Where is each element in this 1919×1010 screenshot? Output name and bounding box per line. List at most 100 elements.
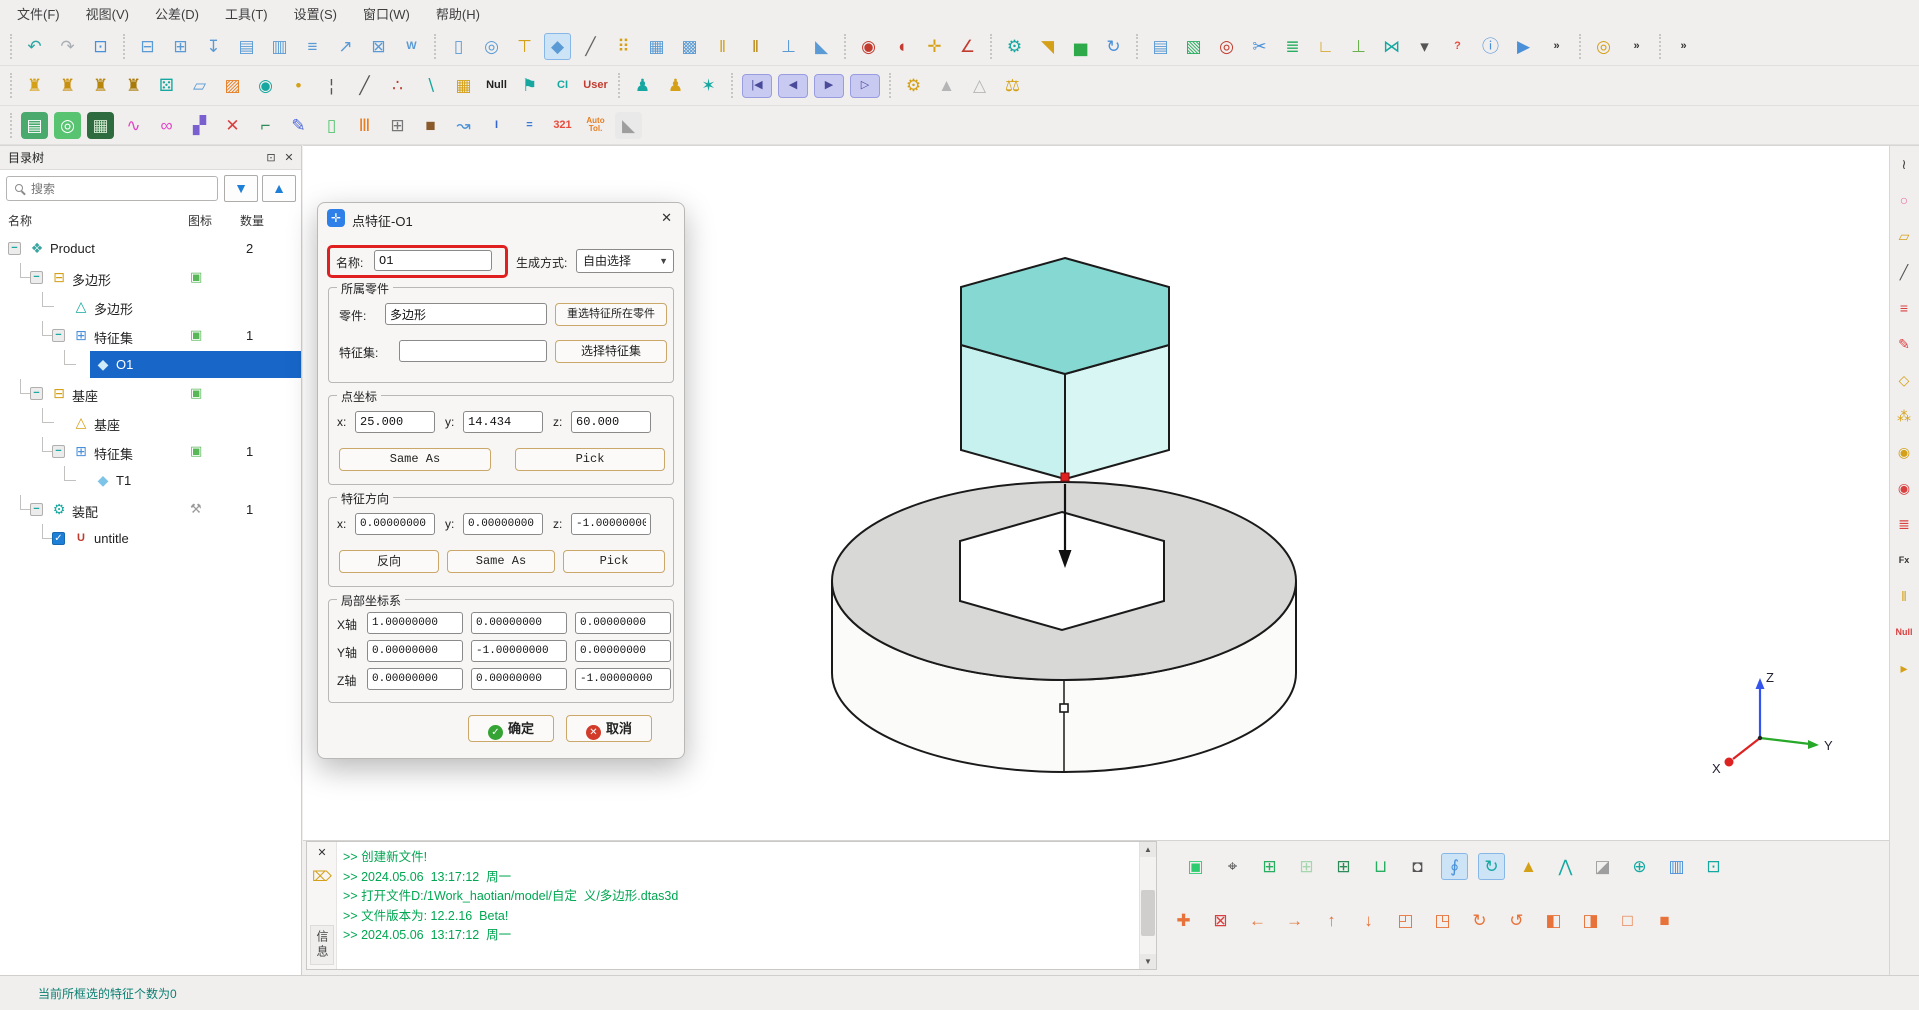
mesh-gold-icon[interactable]: ▦ xyxy=(450,72,477,99)
panel-dock-icon[interactable]: ⊡ xyxy=(263,150,279,166)
view-iso-icon[interactable]: ◧ xyxy=(1540,907,1567,934)
photo-view-icon[interactable]: ◣ xyxy=(615,112,642,139)
table-row-特征集[interactable]: −⊞特征集▣1 xyxy=(0,437,301,466)
pyramid-light-icon[interactable]: △ xyxy=(966,72,993,99)
tolerance-cube-icon[interactable]: ▱ xyxy=(186,72,213,99)
lcs-input-1-0[interactable] xyxy=(367,640,463,662)
line-angle-icon[interactable]: ╱ xyxy=(351,72,378,99)
clip-plane-icon[interactable]: ✂ xyxy=(1246,33,1273,60)
pin-group-clamp-icon[interactable]: ‖ xyxy=(742,33,769,60)
collapse-icon[interactable]: − xyxy=(52,445,65,458)
dialog-close-icon[interactable]: ✕ xyxy=(661,210,672,226)
log-scrollbar[interactable]: ▲ ▼ xyxy=(1139,842,1156,969)
line-point-tool-icon[interactable]: ╱ xyxy=(1892,260,1916,284)
fixture-hole-icon[interactable]: ♜ xyxy=(87,72,114,99)
view-back-icon[interactable]: ◳ xyxy=(1429,907,1456,934)
clear-log-icon[interactable]: ⌦ xyxy=(307,868,337,885)
cube-outline-icon[interactable]: □ xyxy=(1614,907,1641,934)
cube-solid-icon[interactable]: ■ xyxy=(1651,907,1678,934)
tree-item-label[interactable]: 装配 xyxy=(72,502,98,521)
save-model-icon[interactable]: ⊟ xyxy=(134,33,161,60)
label-321-icon[interactable]: 321 xyxy=(549,112,576,139)
view-left-icon[interactable]: ← xyxy=(1244,907,1271,934)
heatmap-report-icon[interactable]: ▧ xyxy=(1180,33,1207,60)
cone-add-icon[interactable]: ▲ xyxy=(1515,853,1542,880)
table-row-O1[interactable]: ◆O1 xyxy=(0,350,301,379)
dir-y-input[interactable] xyxy=(463,513,543,535)
pin-group-icon[interactable]: ‖ xyxy=(709,33,736,60)
grid-light-icon[interactable]: ⊞ xyxy=(1293,853,1320,880)
tree-item-label[interactable]: untitle xyxy=(94,531,129,546)
table-row-基座[interactable]: △基座 xyxy=(0,408,301,437)
target-gold-tool-icon[interactable]: ◉ xyxy=(1892,440,1916,464)
point-z-input[interactable] xyxy=(571,411,651,433)
pin-rack-icon[interactable]: Ⅲ xyxy=(351,112,378,139)
part-input[interactable] xyxy=(385,303,547,325)
table-row-基座[interactable]: −⊟基座▣ xyxy=(0,379,301,408)
hole-feature-icon[interactable]: ◎ xyxy=(478,33,505,60)
menu-item-file[interactable]: 文件(F) xyxy=(4,1,73,26)
panel-close-icon[interactable]: ✕ xyxy=(281,150,297,166)
log-tab-info[interactable]: 信息 xyxy=(310,925,334,965)
skip-start-icon[interactable]: |◀ xyxy=(742,74,772,98)
set-square-icon[interactable]: ◥ xyxy=(1034,33,1061,60)
pink-wire-icon[interactable]: ∿ xyxy=(120,112,147,139)
beam-tool-icon[interactable]: I xyxy=(483,112,510,139)
target-red-tool-icon[interactable]: ◉ xyxy=(1892,476,1916,500)
more-tools-2-icon[interactable]: » xyxy=(1623,33,1650,60)
hook-tool-icon[interactable]: ≀ xyxy=(1892,152,1916,176)
tree-item-label[interactable]: 多边形 xyxy=(94,299,133,318)
tag-tool-icon[interactable]: ▸ xyxy=(1892,656,1916,680)
step-back-icon[interactable]: ◀ xyxy=(778,74,808,98)
menu-item-tolerance[interactable]: 公差(D) xyxy=(142,1,212,26)
view-bottom-icon[interactable]: ↓ xyxy=(1355,907,1382,934)
dialog-title-bar[interactable]: ✛ 点特征-O1 ✕ xyxy=(318,203,684,233)
user-tolerance-icon[interactable]: User xyxy=(582,72,609,99)
point-stem-line-icon[interactable]: ¦ xyxy=(318,72,345,99)
play-demo-icon[interactable]: ▶ xyxy=(1510,33,1537,60)
compare-report-icon[interactable]: ▤ xyxy=(1147,33,1174,60)
lcs-input-1-1[interactable] xyxy=(471,640,567,662)
capsule-tool-icon[interactable]: ▯ xyxy=(318,112,345,139)
tree-item-label[interactable]: 基座 xyxy=(94,415,120,434)
robot-arm-icon[interactable]: ⌐ xyxy=(252,112,279,139)
auto-tol-icon[interactable]: Auto Tol. xyxy=(582,112,609,139)
import-model-icon[interactable]: ↧ xyxy=(200,33,227,60)
rotate-cw-icon[interactable]: ↻ xyxy=(1466,907,1493,934)
pin-feature-icon[interactable]: ⊤ xyxy=(511,33,538,60)
collapse-icon[interactable]: − xyxy=(30,271,43,284)
fit-view-icon[interactable]: ⊡ xyxy=(1700,853,1727,880)
center-circle-icon[interactable]: ⊕ xyxy=(1626,853,1653,880)
dir-pick-button[interactable]: Pick xyxy=(563,550,665,573)
probe-measure-icon[interactable]: ⌖ xyxy=(1219,853,1246,880)
pink-rings-icon[interactable]: ∞ xyxy=(153,112,180,139)
analysis-settings-icon[interactable]: ⚙ xyxy=(1001,33,1028,60)
tree-item-label[interactable]: 基座 xyxy=(72,386,98,405)
calculator-tool-icon[interactable]: ⊞ xyxy=(384,112,411,139)
plane-diagonal-icon[interactable]: ◣ xyxy=(808,33,835,60)
optimization-icon[interactable]: ↻ xyxy=(1100,33,1127,60)
cancel-button[interactable]: ✕取消 xyxy=(566,715,652,742)
table-row-多边形[interactable]: △多边形 xyxy=(0,292,301,321)
fixture-pin-icon[interactable]: ♜ xyxy=(54,72,81,99)
axis-circle-icon[interactable]: ◎ xyxy=(54,112,81,139)
point-link-icon[interactable]: ∴ xyxy=(384,72,411,99)
robot-fixture-icon[interactable]: ♟ xyxy=(662,72,689,99)
green-panel-icon[interactable]: ▤ xyxy=(21,112,48,139)
table-row-特征集[interactable]: −⊞特征集▣1 xyxy=(0,321,301,350)
dir-x-input[interactable] xyxy=(355,513,435,535)
tree-item-label[interactable]: 多边形 xyxy=(72,270,111,289)
dark-panel-icon[interactable]: ▦ xyxy=(87,112,114,139)
disc-selection-handle[interactable] xyxy=(1060,704,1068,712)
collapse-icon[interactable]: − xyxy=(8,242,21,255)
export-note-icon[interactable]: ⊡ xyxy=(87,33,114,60)
tree-item-label[interactable]: 特征集 xyxy=(94,444,133,463)
flag-feature-icon[interactable]: ⚑ xyxy=(516,72,543,99)
save-as-icon[interactable]: ⊠ xyxy=(365,33,392,60)
table-row-Product[interactable]: −❖Product2 xyxy=(0,234,301,263)
grid-edit-icon[interactable]: ⊞ xyxy=(1330,853,1357,880)
dial-gauge-icon[interactable]: ◉ xyxy=(855,33,882,60)
equal-lines-icon[interactable]: = xyxy=(516,112,543,139)
point-y-input[interactable] xyxy=(463,411,543,433)
heatmap-tolerance-icon[interactable]: ▨ xyxy=(219,72,246,99)
